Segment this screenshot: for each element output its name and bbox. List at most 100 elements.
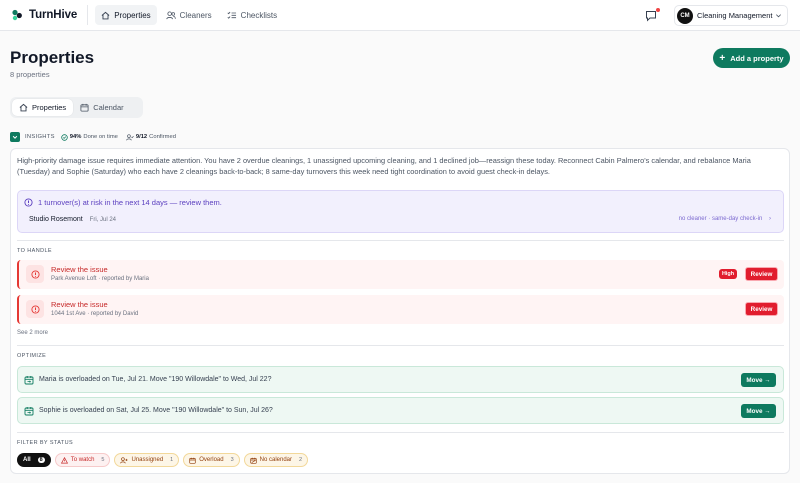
- warning-triangle-icon: [60, 456, 68, 463]
- optimize-suggestion: Sophie is overloaded on Sat, Jul 25. Mov…: [17, 397, 784, 424]
- top-right-controls: CM Cleaning Management: [645, 5, 788, 26]
- status-filters: All 8 To watch 5 Unassigned 1 Overload 3…: [17, 453, 312, 467]
- risk-property-name: Studio Rosemont: [29, 216, 83, 223]
- done-on-time-stat: 94% Done on time: [61, 133, 118, 141]
- top-bar: TurnHive Properties Cleaners Checklists …: [0, 0, 800, 31]
- filter-unassigned[interactable]: Unassigned 1: [114, 453, 180, 467]
- tab-properties-label: Properties: [32, 103, 67, 112]
- see-more-link[interactable]: See 2 more: [17, 330, 48, 336]
- home-icon: [19, 103, 28, 112]
- confirmed-label: Confirmed: [149, 134, 176, 140]
- insights-label: INSIGHTS: [25, 134, 55, 140]
- risk-alert-title: 1 turnover(s) at risk in the next 14 day…: [24, 198, 222, 207]
- confirmed-stat: 9/12 Confirmed: [126, 133, 176, 141]
- alert-circle-icon: [24, 198, 33, 207]
- calendar-icon: [80, 103, 89, 112]
- optimize-suggestion: Maria is overloaded on Tue, Jul 21. Move…: [17, 366, 784, 393]
- review-button[interactable]: Review: [745, 302, 778, 316]
- optimize-label: OPTIMIZE: [17, 353, 47, 359]
- avatar: CM: [677, 7, 693, 24]
- to-handle-label: TO HANDLE: [17, 248, 52, 254]
- issue-title: Review the issue: [51, 300, 108, 309]
- issue-alert-icon: [26, 265, 44, 283]
- nav-checklists-label: Checklists: [240, 10, 278, 20]
- filter-unassigned-count: 1: [170, 457, 174, 463]
- risk-meta-text: no cleaner · same-day check-in: [678, 216, 763, 222]
- notification-dot: [656, 7, 660, 12]
- done-on-time-value: 94%: [69, 134, 82, 140]
- section-divider: [17, 240, 784, 241]
- move-button[interactable]: Move →: [741, 373, 776, 387]
- calendar-shift-icon: [24, 407, 34, 416]
- filter-by-status-label: FILTER BY STATUS: [17, 440, 74, 446]
- filter-all-label: All: [23, 457, 31, 463]
- done-on-time-label: Done on time: [83, 134, 118, 140]
- filter-no-calendar[interactable]: No calendar 2: [243, 453, 309, 467]
- clock-check-icon: [61, 133, 68, 141]
- chevron-down-icon: [12, 135, 18, 139]
- nav-properties[interactable]: Properties: [95, 5, 157, 25]
- filter-all[interactable]: All 8: [17, 453, 51, 467]
- section-divider: [17, 345, 784, 346]
- risk-alert[interactable]: 1 turnover(s) at risk in the next 14 day…: [17, 190, 784, 233]
- risk-property-meta: no cleaner · same-day check-in ›: [679, 216, 771, 222]
- page-title: Properties: [10, 48, 95, 67]
- insights-header: INSIGHTS 94% Done on time 9/12 Confirmed: [10, 132, 184, 142]
- filter-no-calendar-count: 2: [299, 457, 303, 463]
- org-switcher[interactable]: CM Cleaning Management: [674, 5, 788, 26]
- issue-item[interactable]: Review the issue Park Avenue Loft · repo…: [17, 260, 784, 289]
- optimize-text: Maria is overloaded on Tue, Jul 21. Move…: [39, 376, 272, 383]
- calendar-shift-icon: [24, 376, 34, 385]
- section-divider: [17, 432, 784, 433]
- insights-summary: High-priority damage issue requires imme…: [17, 156, 751, 176]
- issue-item[interactable]: Review the issue 1044 1st Ave · reported…: [17, 295, 784, 324]
- property-count: 8 properties: [10, 70, 50, 79]
- filter-overload-count: 3: [230, 457, 234, 463]
- tab-properties[interactable]: Properties: [12, 99, 74, 116]
- nav-cleaners-label: Cleaners: [179, 10, 212, 20]
- filter-unassigned-label: Unassigned: [131, 457, 164, 463]
- user-check-icon: [126, 133, 134, 140]
- view-tabs: Properties Calendar: [10, 97, 143, 118]
- add-property-label: Add a property: [730, 53, 784, 63]
- calendar-icon: [189, 457, 196, 464]
- nav-cleaners[interactable]: Cleaners: [160, 5, 218, 25]
- brand[interactable]: TurnHive: [11, 9, 77, 21]
- filter-to-watch[interactable]: To watch 5: [54, 453, 111, 467]
- users-icon: [166, 10, 176, 19]
- move-button[interactable]: Move →: [741, 404, 776, 418]
- checklist-icon: [227, 11, 236, 19]
- app-name: TurnHive: [29, 9, 78, 21]
- optimize-text: Sophie is overloaded on Sat, Jul 25. Mov…: [39, 407, 273, 414]
- confirmed-value: 9/12: [135, 134, 148, 140]
- tab-calendar-label: Calendar: [93, 103, 124, 112]
- nav-divider: [87, 5, 89, 25]
- insights-collapse-toggle[interactable]: [10, 132, 20, 142]
- filter-all-count: 8: [37, 457, 45, 463]
- filter-to-watch-label: To watch: [70, 457, 95, 463]
- review-button[interactable]: Review: [745, 267, 778, 281]
- tab-calendar[interactable]: Calendar: [73, 99, 130, 116]
- notifications-button[interactable]: [645, 7, 660, 23]
- org-name: Cleaning Management: [697, 11, 773, 20]
- issue-subtitle: 1044 1st Ave · reported by David: [51, 311, 139, 317]
- plus-icon: +: [719, 52, 726, 64]
- filter-to-watch-count: 5: [101, 457, 105, 463]
- add-property-button[interactable]: + Add a property: [713, 48, 790, 68]
- priority-badge: High: [719, 269, 737, 279]
- chevron-right-icon: ›: [769, 216, 771, 222]
- nav-checklists[interactable]: Checklists: [221, 5, 283, 25]
- issue-subtitle: Park Avenue Loft · reported by Maria: [51, 276, 149, 282]
- logo-icon: [12, 9, 22, 21]
- risk-property-row[interactable]: Studio Rosemont Fri, Jul 24: [29, 216, 116, 223]
- risk-alert-text: 1 turnover(s) at risk in the next 14 day…: [38, 198, 222, 207]
- chevron-down-icon: [776, 14, 781, 18]
- message-icon: [646, 10, 656, 21]
- filter-overload-label: Overload: [199, 457, 224, 463]
- filter-overload[interactable]: Overload 3: [183, 453, 240, 467]
- user-plus-icon: [120, 456, 128, 463]
- insights-panel: High-priority damage issue requires imme…: [10, 148, 790, 474]
- home-icon: [101, 11, 110, 19]
- main-nav: Properties Cleaners Checklists: [95, 5, 286, 25]
- calendar-off-icon: [250, 457, 257, 464]
